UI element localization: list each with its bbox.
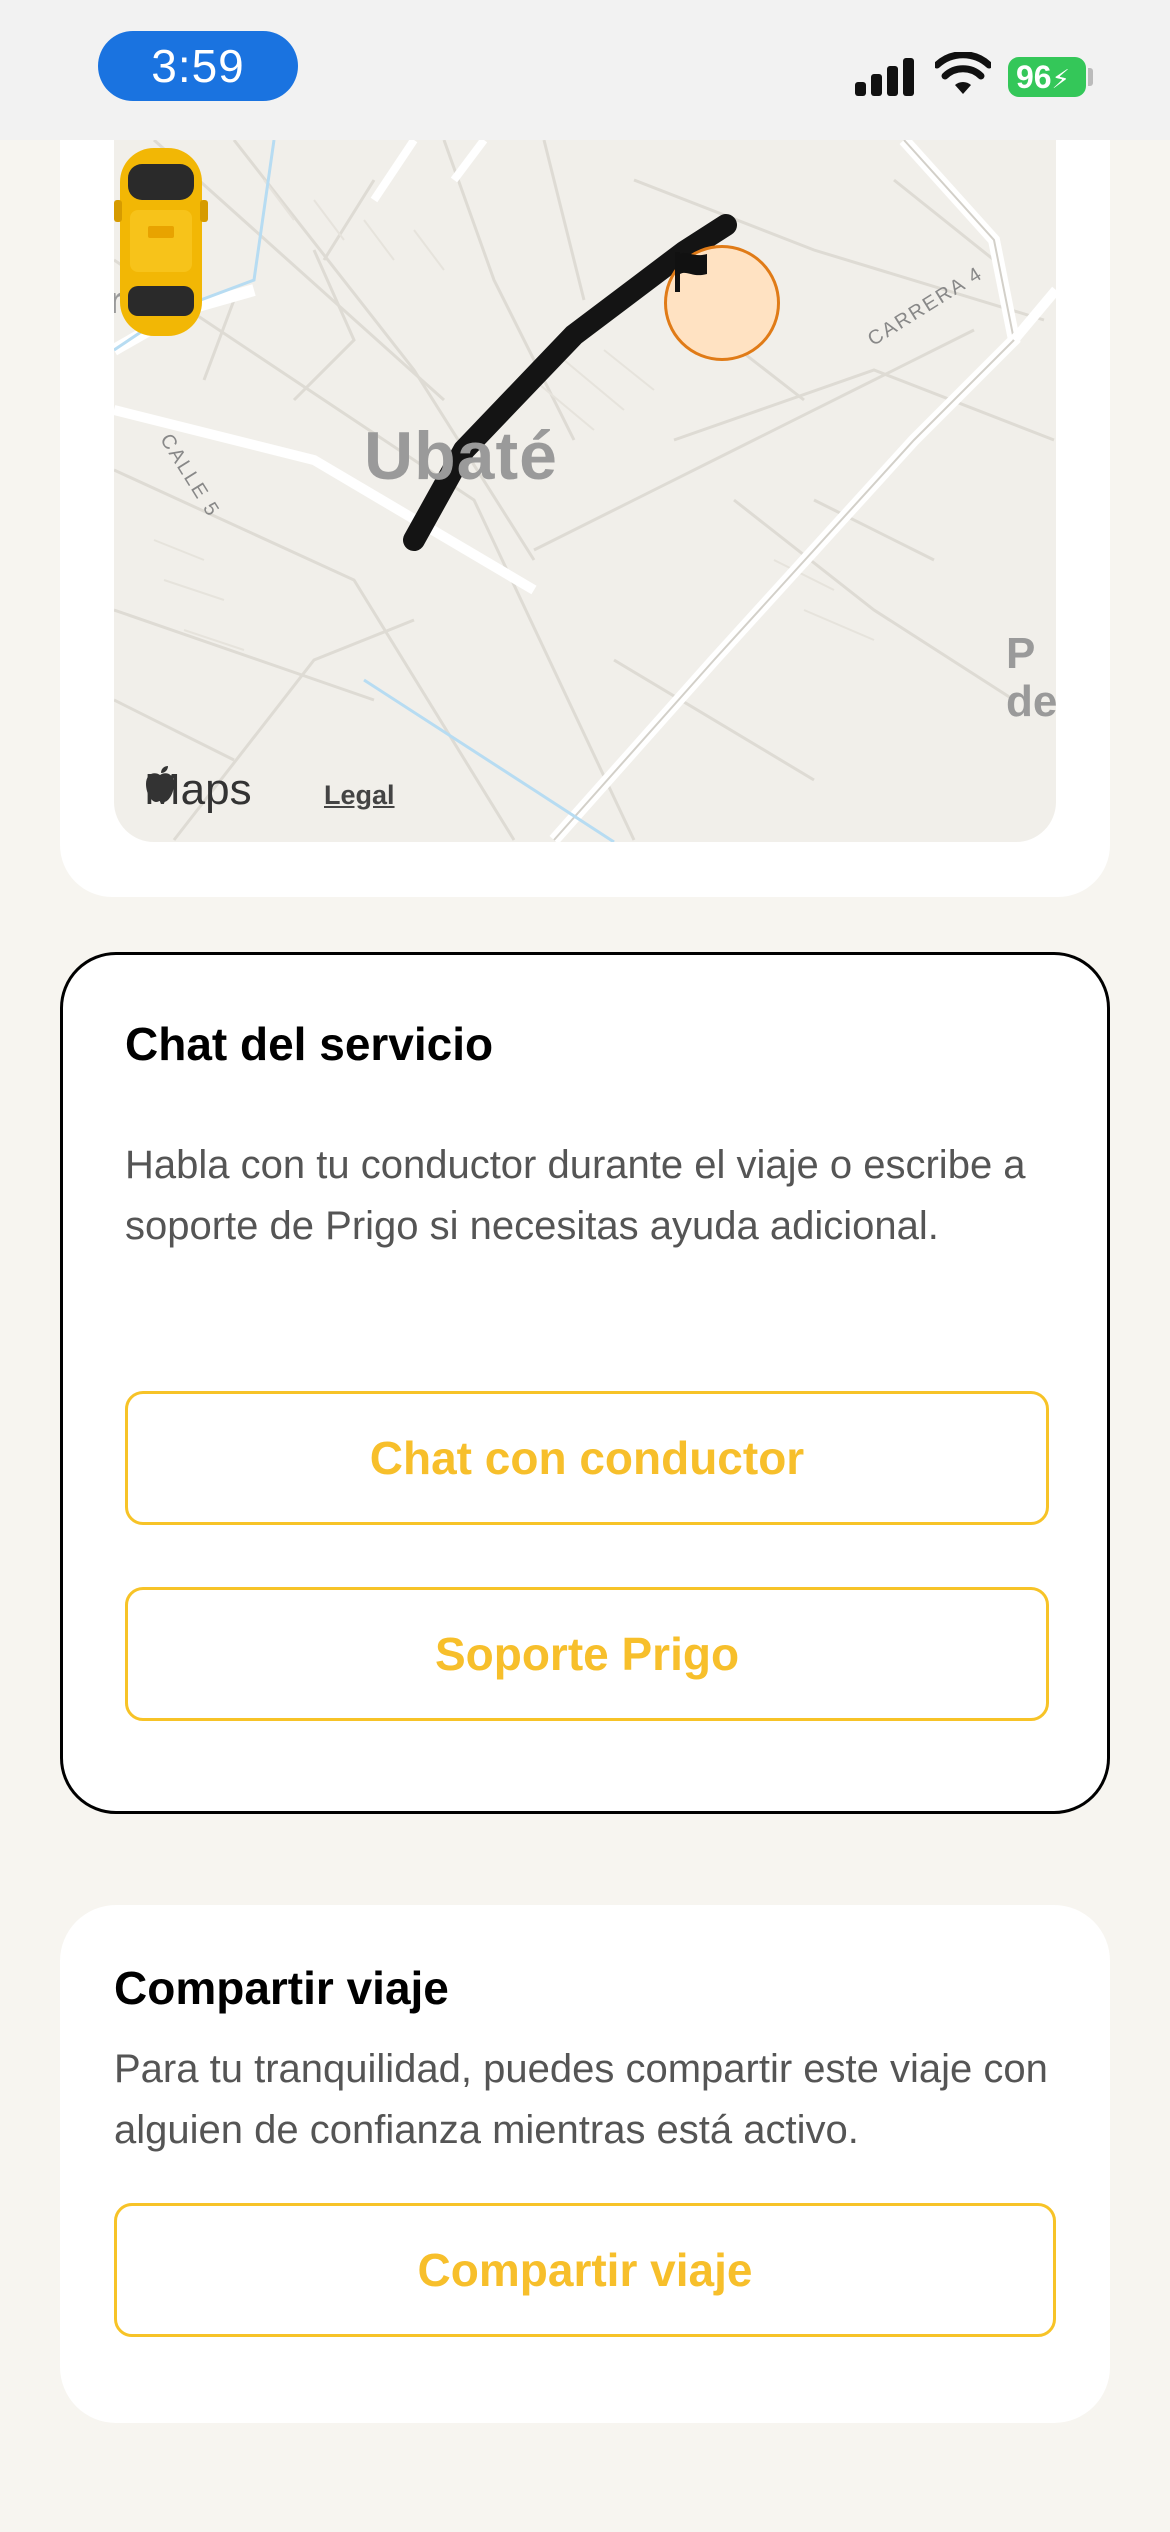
chat-driver-button[interactable]: Chat con conductor [125,1391,1049,1525]
battery-nub [1088,68,1093,86]
map-place-fragment-right: P de [1006,629,1056,726]
city-label: Ubaté [364,418,558,494]
status-time[interactable]: 3:59 [98,31,298,101]
legal-link[interactable]: Legal [324,780,395,811]
wifi-icon [935,52,991,94]
flag-icon [675,252,707,292]
map-card: n P de CALLE 5 CARRERA 4 Ubaté Maps [60,100,1110,897]
chat-card: Chat del servicio Habla con tu conductor… [60,952,1110,1814]
share-trip-card: Compartir viaje Para tu tranquilidad, pu… [60,1905,1110,2423]
share-description: Para tu tranquilidad, puedes compartir e… [114,2047,1048,2152]
share-trip-button[interactable]: Compartir viaje [114,2203,1056,2337]
taxi-icon [114,148,208,336]
map-streets [114,140,1056,842]
support-button[interactable]: Soporte Prigo [125,1587,1049,1721]
trip-map[interactable]: n P de CALLE 5 CARRERA 4 Ubaté Maps [114,140,1056,842]
destination-marker[interactable] [664,245,780,361]
battery-indicator: 96⚡ [1008,57,1086,97]
apple-icon [146,766,174,802]
cellular-signal-icon [855,56,915,96]
charging-bolt-icon: ⚡ [1051,64,1070,94]
status-bar: 3:59 96⚡ [0,0,1170,140]
share-title: Compartir viaje [114,1962,449,2014]
chat-title: Chat del servicio [125,1018,494,1070]
apple-maps-logo: Maps [144,765,252,815]
battery-level: 96 [1016,59,1052,95]
chat-description: Habla con tu conductor durante el viaje … [125,1143,1026,1248]
